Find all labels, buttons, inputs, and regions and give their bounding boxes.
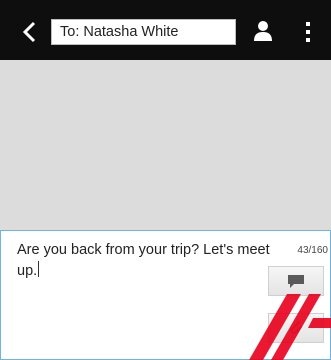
character-counter: 43/160 — [297, 245, 328, 256]
message-input[interactable]: Are you back from your trip? Let's meet … — [17, 240, 272, 282]
text-cursor — [38, 261, 40, 277]
recipient-field[interactable]: To: Natasha White — [51, 19, 236, 45]
conversation-area — [0, 60, 331, 230]
compose-panel: Are you back from your trip? Let's meet … — [0, 230, 331, 360]
attach-button[interactable] — [268, 313, 324, 343]
chevron-left-icon — [22, 21, 36, 43]
person-icon — [254, 21, 272, 41]
contact-button[interactable] — [252, 20, 274, 42]
back-button[interactable] — [20, 20, 40, 44]
message-text: Are you back from your trip? Let's meet … — [17, 242, 270, 279]
paperclip-icon — [290, 321, 302, 334]
overflow-menu-button[interactable] — [305, 21, 311, 43]
more-vertical-icon — [306, 22, 310, 42]
send-button[interactable] — [268, 266, 324, 296]
top-bar: To: Natasha White — [0, 0, 331, 60]
speech-bubble-icon — [288, 275, 304, 288]
